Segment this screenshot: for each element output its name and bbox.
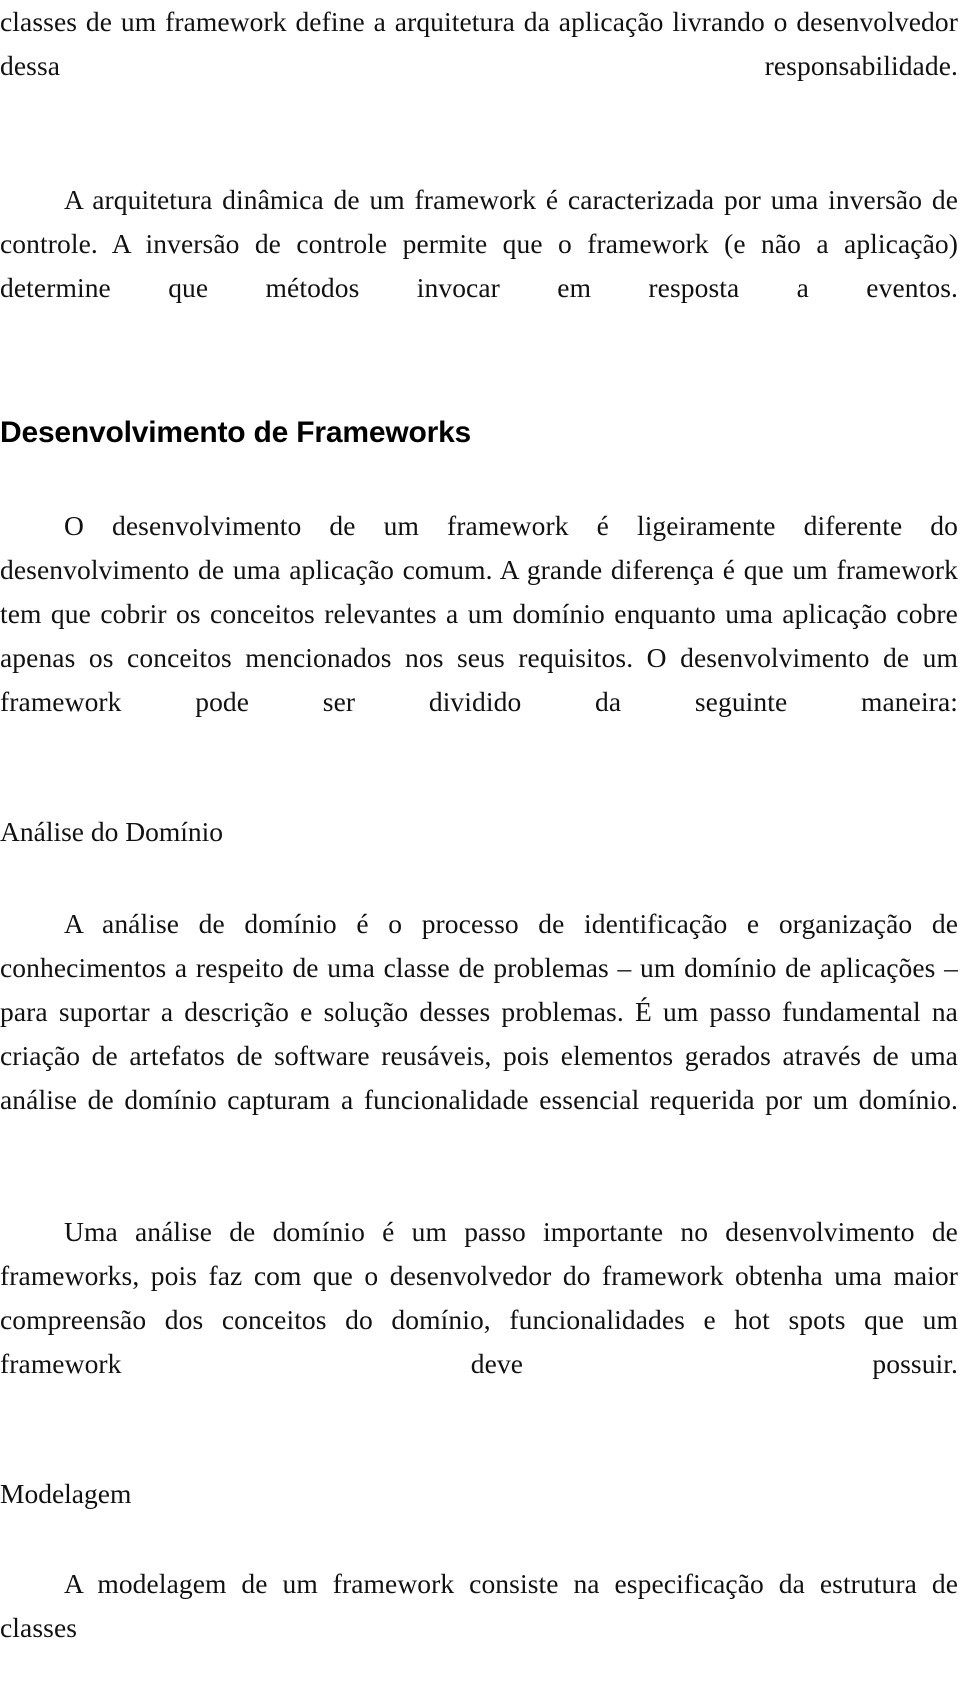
subheading-analise-do-dominio: Análise do Domínio	[0, 816, 224, 847]
paragraph-continuation: classes de um framework define a arquite…	[0, 6, 958, 81]
subheading-modelagem: Modelagem	[0, 1478, 132, 1509]
document-page: classes de um framework define a arquite…	[0, 0, 960, 1643]
paragraph-modelagem: A modelagem de um framework consiste na …	[0, 1568, 958, 1643]
paragraph-inversao-de-controle: A arquitetura dinâmica de um framework é…	[0, 184, 958, 303]
paragraph-analise-dominio-definicao: A análise de domínio é o processo de ide…	[0, 908, 958, 1115]
page-content: classes de um framework define a arquite…	[0, 0, 958, 1694]
heading-desenvolvimento-de-frameworks: Desenvolvimento de Frameworks	[0, 416, 472, 449]
paragraph-desenvolvimento-intro: O desenvolvimento de um framework é lige…	[0, 510, 958, 717]
paragraph-analise-dominio-importancia: Uma análise de domínio é um passo import…	[0, 1216, 958, 1379]
